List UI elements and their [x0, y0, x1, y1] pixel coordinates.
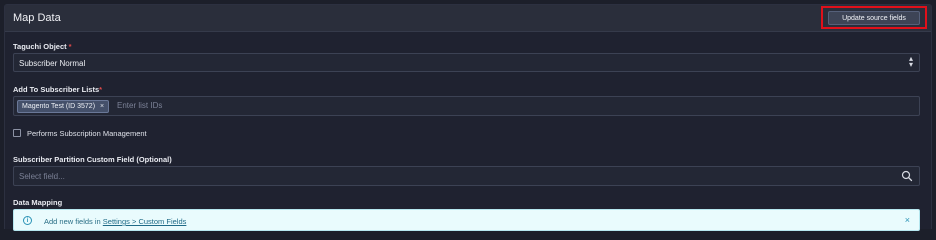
info-alert: i Add new fields in Settings > Custom Fi…: [13, 209, 920, 231]
close-icon[interactable]: ×: [100, 103, 104, 110]
taguchi-object-value: Subscriber Normal: [19, 59, 86, 68]
subscription-management-checkbox[interactable]: [13, 129, 21, 137]
search-icon[interactable]: [901, 170, 913, 182]
required-mark: *: [68, 42, 72, 51]
subscription-management-label: Performs Subscription Management: [27, 129, 147, 138]
partition-field-label: Subscriber Partition Custom Field (Optio…: [13, 155, 172, 164]
info-icon: i: [23, 216, 32, 225]
subscriber-lists-label-text: Add To Subscriber Lists: [13, 85, 100, 94]
partition-field-placeholder: Select field...: [19, 172, 65, 181]
list-ids-placeholder: Enter list IDs: [117, 101, 163, 110]
data-mapping-label: Data Mapping: [13, 198, 63, 207]
up-down-icon: ▴ ▾: [908, 54, 913, 69]
subscriber-lists-input[interactable]: Magento Test (ID 3572) × Enter list IDs: [13, 96, 920, 116]
custom-fields-link[interactable]: Settings > Custom Fields: [103, 217, 187, 226]
panel-header: Map Data Update source fields: [5, 5, 931, 32]
taguchi-object-label-text: Taguchi Object: [13, 42, 67, 51]
update-source-fields-button[interactable]: Update source fields: [828, 11, 920, 25]
list-tag: Magento Test (ID 3572) ×: [17, 100, 110, 113]
alert-prefix: Add new fields in: [44, 217, 101, 226]
subscriber-lists-label: Add To Subscriber Lists*: [13, 85, 102, 94]
list-tag-label: Magento Test (ID 3572): [22, 103, 96, 110]
taguchi-object-select[interactable]: Subscriber Normal ▴ ▾: [13, 53, 920, 72]
close-icon[interactable]: ×: [905, 215, 910, 225]
taguchi-object-label: Taguchi Object *: [13, 42, 72, 51]
partition-field-select[interactable]: Select field...: [13, 166, 920, 186]
alert-text: Add new fields in Settings > Custom Fiel…: [44, 217, 186, 226]
page-title: Map Data: [13, 12, 61, 24]
map-data-panel: Map Data Update source fields Taguchi Ob…: [4, 4, 932, 231]
required-mark: *: [99, 85, 103, 94]
